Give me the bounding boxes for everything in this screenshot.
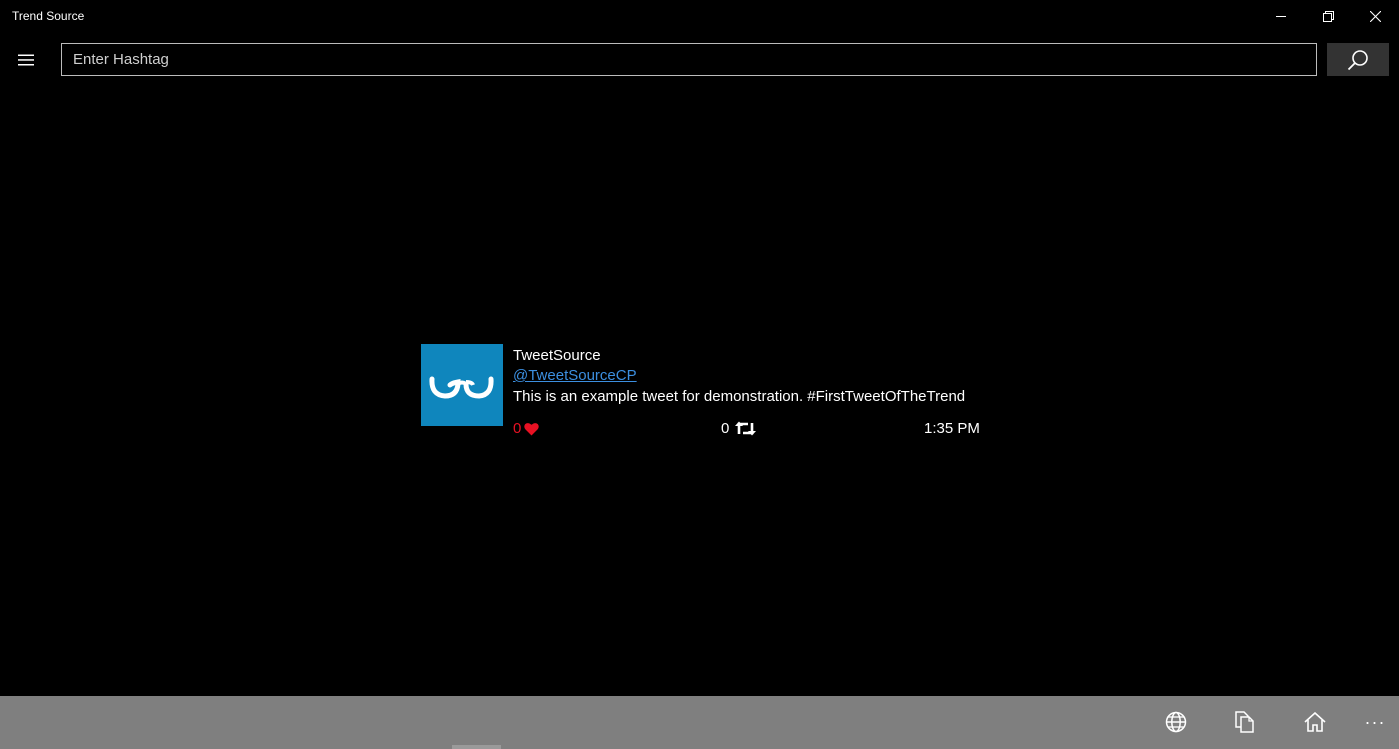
like-button[interactable]: 0 — [513, 420, 540, 437]
search-button[interactable] — [1327, 43, 1389, 76]
app-bar-handle — [452, 745, 501, 749]
app-title: Trend Source — [12, 9, 85, 23]
copy-button[interactable] — [1222, 702, 1268, 742]
tweet-author-handle-link[interactable]: @TweetSourceCP — [513, 367, 637, 384]
close-icon — [1369, 10, 1381, 22]
home-button[interactable] — [1292, 702, 1338, 742]
globe-icon — [1165, 711, 1187, 733]
hamburger-menu-button[interactable] — [10, 44, 42, 76]
minimize-icon — [1276, 16, 1286, 17]
more-options-button[interactable]: ··· — [1355, 702, 1395, 742]
avatar — [421, 344, 503, 426]
restore-icon — [1322, 10, 1334, 22]
minimize-button[interactable] — [1258, 0, 1304, 32]
home-icon — [1304, 712, 1326, 732]
retweet-icon — [735, 421, 757, 436]
heart-icon — [524, 422, 540, 435]
tweet-card[interactable]: TweetSource @TweetSourceCP This is an ex… — [421, 344, 991, 444]
like-count: 0 — [513, 420, 522, 437]
tweet-text: This is an example tweet for demonstrati… — [513, 388, 966, 405]
close-button[interactable] — [1352, 0, 1398, 32]
glasses-logo-icon — [429, 376, 494, 399]
hamburger-menu-icon — [18, 54, 34, 66]
hashtag-search-input[interactable] — [61, 43, 1317, 76]
title-bar: Trend Source — [0, 0, 1399, 32]
retweet-button[interactable]: 0 — [721, 420, 757, 437]
globe-button[interactable] — [1153, 702, 1199, 742]
tweet-timestamp: 1:35 PM — [924, 420, 980, 437]
tweet-author-name: TweetSource — [513, 347, 601, 364]
app-command-bar: ··· — [0, 696, 1399, 749]
retweet-count: 0 — [721, 420, 730, 437]
copy-icon — [1235, 711, 1254, 733]
search-icon — [1347, 49, 1368, 70]
restore-button[interactable] — [1305, 0, 1351, 32]
